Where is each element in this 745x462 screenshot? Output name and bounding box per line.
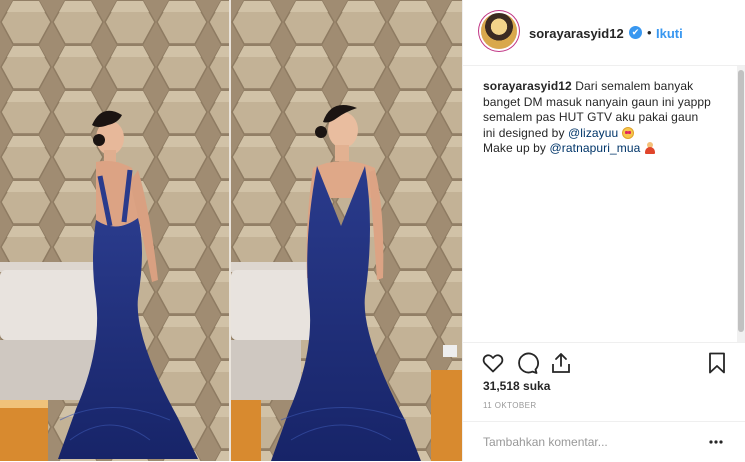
post-date[interactable]: 11 OKTOBER [483,401,537,410]
mention-lizayuu-link[interactable]: @lizayuu [568,126,618,140]
makeup-text: Make up by [483,141,547,155]
post-side-panel: sorayarasyid12 ✔ • Ikuti sorayarasyid12 … [463,0,745,461]
follow-button[interactable]: Ikuti [656,26,683,41]
verified-badge-icon: ✔ [629,26,642,39]
comment-icon[interactable] [515,351,539,375]
heart-icon[interactable] [481,351,505,375]
post-actions: 31,518 suka 11 OKTOBER [463,342,745,461]
share-icon[interactable] [549,351,573,375]
comments-scrollbar[interactable] [737,66,745,342]
photo-left-view [0,0,229,461]
ellipsis-icon[interactable] [708,434,724,450]
mention-ratnapuri-link[interactable]: @ratnapuri_mua [549,141,640,155]
avatar[interactable] [481,13,517,49]
post-header: sorayarasyid12 ✔ • Ikuti [463,0,745,66]
bookmark-icon[interactable] [705,351,729,375]
photo-right-view [231,0,462,461]
comment-input[interactable] [483,434,693,450]
post-caption: sorayarasyid12 Dari semalem banyak bange… [483,79,713,157]
separator-dot: • [647,25,652,40]
likes-count[interactable]: 31,518 suka [483,379,550,393]
person-emoji-icon [644,142,656,154]
caption-username-link[interactable]: sorayarasyid12 [483,79,572,93]
post-photo[interactable] [0,0,462,461]
heart-eyes-emoji-icon [621,126,634,139]
scrollbar-thumb[interactable] [738,70,744,332]
comment-section [463,421,745,462]
username-link[interactable]: sorayarasyid12 [529,26,624,41]
